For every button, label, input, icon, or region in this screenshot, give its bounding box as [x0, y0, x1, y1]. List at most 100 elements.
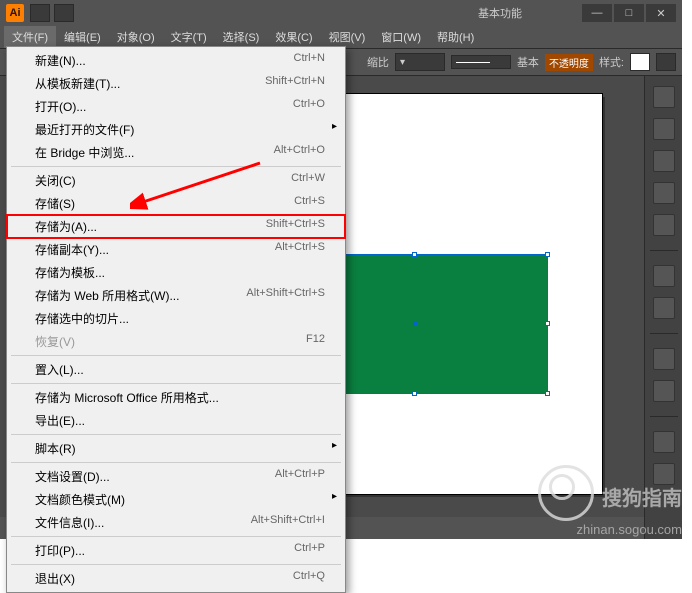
stroke-panel-icon[interactable] [653, 150, 675, 172]
gradient-panel-icon[interactable] [653, 182, 675, 204]
swatches-panel-icon[interactable] [653, 118, 675, 140]
file-menu-item-2[interactable]: 打开(O)...Ctrl+O [7, 95, 345, 118]
file-menu-item-15[interactable]: 置入(L)... [7, 358, 345, 381]
file-menu-item-7[interactable]: 存储(S) Ctrl+S [7, 192, 345, 215]
artboards-panel-icon[interactable] [653, 463, 675, 485]
opacity-label[interactable]: 不透明度 [545, 54, 593, 71]
menu-item-shortcut: Alt+Ctrl+S [275, 241, 325, 258]
menu-item-label: 存储选中的切片... [35, 310, 129, 327]
menu-item-label: 关闭(C) [35, 172, 76, 189]
menu-view[interactable]: 视图(V) [321, 26, 374, 48]
minimize-button[interactable]: — [582, 4, 612, 22]
menu-item-shortcut: Shift+Ctrl+N [265, 75, 325, 92]
menu-item-shortcut: Shift+Ctrl+S [266, 218, 325, 235]
menu-item-shortcut: Ctrl+Q [293, 570, 325, 587]
file-menu-item-1[interactable]: 从模板新建(T)... Shift+Ctrl+N [7, 72, 345, 95]
file-menu-item-17[interactable]: 存储为 Microsoft Office 所用格式... [7, 386, 345, 409]
menu-item-shortcut: Ctrl+W [291, 172, 325, 189]
menu-item-label: 脚本(R) [35, 440, 76, 457]
handle-tr[interactable] [545, 252, 550, 257]
menu-window[interactable]: 窗口(W) [373, 26, 429, 48]
file-menu-item-20[interactable]: 脚本(R) [7, 437, 345, 460]
file-menu-item-13: 恢复(V) F12 [7, 330, 345, 353]
graphic-styles-panel-icon[interactable] [653, 380, 675, 402]
file-menu-item-0[interactable]: 新建(N)... Ctrl+N [7, 49, 345, 72]
style-swatch[interactable] [630, 53, 650, 71]
menu-item-label: 文档颜色模式(M) [35, 491, 125, 508]
menu-item-shortcut: Alt+Ctrl+P [275, 468, 325, 485]
file-menu-item-6[interactable]: 关闭(C) Ctrl+W [7, 169, 345, 192]
titlebar: Ai 基本功能 — □ ✕ [0, 0, 682, 26]
workspace-switcher[interactable]: 基本功能 [478, 5, 522, 21]
center-point [413, 322, 417, 326]
menu-select[interactable]: 选择(S) [215, 26, 268, 48]
menu-file[interactable]: 文件(F) [4, 26, 56, 48]
maximize-button[interactable]: □ [614, 4, 644, 22]
menu-item-shortcut: Alt+Shift+Ctrl+I [251, 514, 325, 531]
handle-tm[interactable] [412, 252, 417, 257]
menu-item-label: 文件信息(I)... [35, 514, 104, 531]
file-menu-item-3[interactable]: 最近打开的文件(F) [7, 118, 345, 141]
color-panel-icon[interactable] [653, 86, 675, 108]
menu-item-label: 最近打开的文件(F) [35, 121, 134, 138]
menu-item-label: 存储为(A)... [35, 218, 97, 235]
file-menu-item-10[interactable]: 存储为模板... [7, 261, 345, 284]
file-menu-item-18[interactable]: 导出(E)... [7, 409, 345, 432]
menu-item-shortcut: Ctrl+N [294, 52, 325, 69]
menu-item-shortcut: Alt+Ctrl+O [274, 144, 325, 161]
menu-item-label: 新建(N)... [35, 52, 86, 69]
menu-item-shortcut: F12 [306, 333, 325, 350]
handle-bm[interactable] [412, 391, 417, 396]
menu-item-label: 存储为 Web 所用格式(W)... [35, 287, 179, 304]
menu-item-label: 存储副本(Y)... [35, 241, 109, 258]
menu-item-label: 从模板新建(T)... [35, 75, 120, 92]
menu-item-label: 在 Bridge 中浏览... [35, 144, 134, 161]
file-menu-item-24[interactable]: 文件信息(I)... Alt+Shift+Ctrl+I [7, 511, 345, 534]
tb-btn-2[interactable] [54, 4, 74, 22]
handle-br[interactable] [545, 391, 550, 396]
menu-type[interactable]: 文字(T) [163, 26, 215, 48]
menu-item-label: 存储为模板... [35, 264, 105, 281]
file-menu-item-12[interactable]: 存储选中的切片... [7, 307, 345, 330]
menu-item-label: 置入(L)... [35, 361, 84, 378]
tb-btn-1[interactable] [30, 4, 50, 22]
options-gear-icon[interactable] [656, 53, 676, 71]
handle-mr[interactable] [545, 321, 550, 326]
menu-object[interactable]: 对象(O) [109, 26, 163, 48]
close-button[interactable]: ✕ [646, 4, 676, 22]
titlebar-quick-buttons [30, 4, 74, 22]
scale-dropdown[interactable]: ▾ [395, 53, 445, 71]
menu-item-label: 文档设置(D)... [35, 468, 110, 485]
file-menu-item-11[interactable]: 存储为 Web 所用格式(W)... Alt+Shift+Ctrl+S [7, 284, 345, 307]
menu-item-shortcut: Alt+Shift+Ctrl+S [246, 287, 325, 304]
menu-edit[interactable]: 编辑(E) [56, 26, 109, 48]
file-menu-item-8[interactable]: 存储为(A)... Shift+Ctrl+S [7, 215, 345, 238]
symbols-panel-icon[interactable] [653, 214, 675, 236]
app-logo: Ai [6, 4, 24, 22]
stroke-style-label: 基本 [517, 54, 539, 70]
menu-item-shortcut: Ctrl+S [294, 195, 325, 212]
menu-help[interactable]: 帮助(H) [429, 26, 482, 48]
file-menu-item-28[interactable]: 退出(X)Ctrl+Q [7, 567, 345, 590]
menu-item-label: 存储为 Microsoft Office 所用格式... [35, 389, 219, 406]
file-menu-item-9[interactable]: 存储副本(Y)... Alt+Ctrl+S [7, 238, 345, 261]
style-label: 样式: [599, 54, 624, 70]
menu-item-label: 打开(O)... [35, 98, 86, 115]
appearance-panel-icon[interactable] [653, 348, 675, 370]
file-menu-item-23[interactable]: 文档颜色模式(M) [7, 488, 345, 511]
menu-effect[interactable]: 效果(C) [267, 26, 320, 48]
file-dropdown-menu: 新建(N)... Ctrl+N 从模板新建(T)... Shift+Ctrl+N 打开(… [6, 46, 346, 593]
scale-label: 缩比 [367, 54, 389, 70]
menubar: 文件(F) 编辑(E) 对象(O) 文字(T) 选择(S) 效果(C) 视图(V… [0, 26, 682, 48]
brushes-panel-icon[interactable] [653, 265, 675, 287]
file-menu-item-26[interactable]: 打印(P)...Ctrl+P [7, 539, 345, 562]
menu-item-label: 恢复(V) [35, 333, 75, 350]
layers-panel-icon[interactable] [653, 431, 675, 453]
menu-item-label: 导出(E)... [35, 412, 85, 429]
right-panel-dock [644, 76, 682, 539]
transparency-panel-icon[interactable] [653, 297, 675, 319]
file-menu-item-4[interactable]: 在 Bridge 中浏览... Alt+Ctrl+O [7, 141, 345, 164]
menu-item-label: 存储(S) [35, 195, 75, 212]
file-menu-item-22[interactable]: 文档设置(D)... Alt+Ctrl+P [7, 465, 345, 488]
stroke-preview[interactable] [451, 55, 511, 69]
